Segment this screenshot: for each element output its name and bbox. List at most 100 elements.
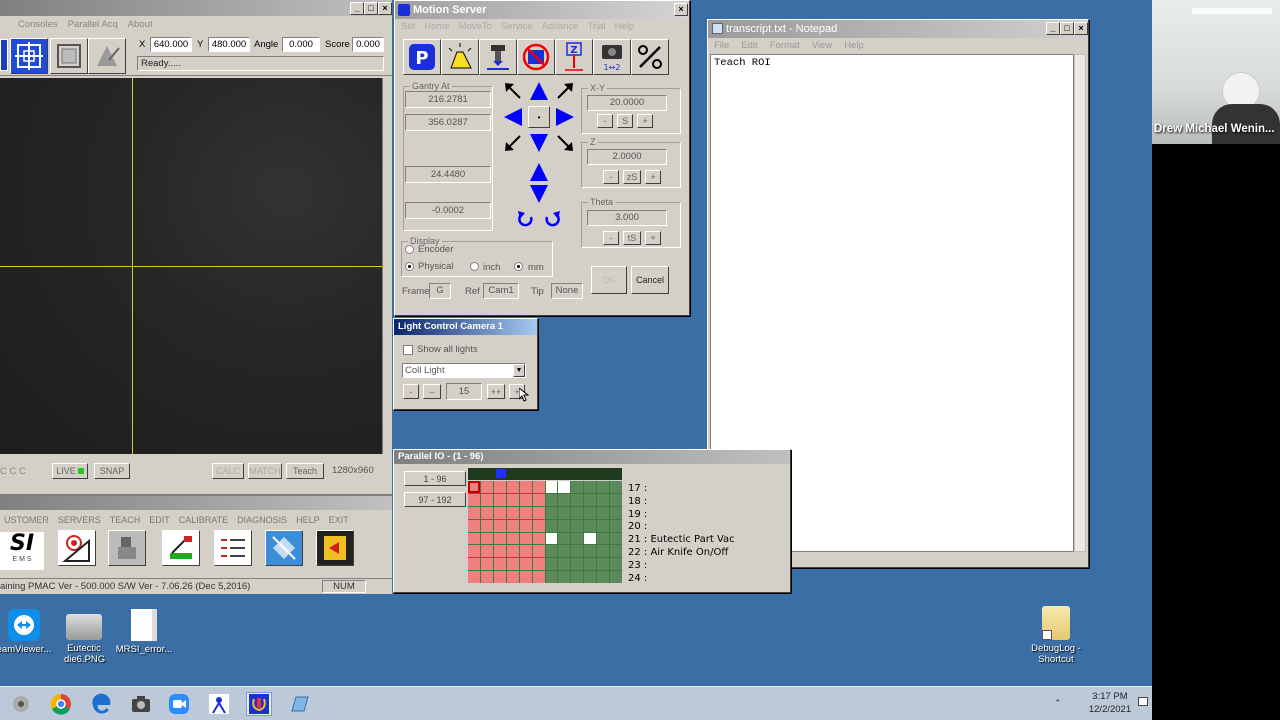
- range-1-96-button[interactable]: 1 - 96: [404, 471, 466, 486]
- io-cell[interactable]: [597, 519, 610, 532]
- arrow-up-icon[interactable]: [528, 80, 550, 102]
- io-cell[interactable]: [558, 532, 571, 545]
- io-cell[interactable]: [610, 506, 622, 519]
- light-select[interactable]: Coll Light: [402, 363, 526, 378]
- snap-button[interactable]: SNAP: [94, 463, 130, 479]
- ok-button[interactable]: OK: [591, 266, 627, 294]
- io-cell[interactable]: [506, 506, 519, 519]
- io-cell[interactable]: [584, 532, 597, 545]
- io-cell[interactable]: [571, 519, 584, 532]
- theta-s-button[interactable]: tS: [623, 231, 641, 245]
- io-cell[interactable]: [519, 532, 532, 545]
- io-cell[interactable]: [545, 519, 558, 532]
- io-cell[interactable]: [493, 506, 506, 519]
- io-cell[interactable]: [493, 481, 506, 493]
- camera-view[interactable]: [0, 78, 382, 454]
- participant-video[interactable]: Drew Michael Wenin...: [1152, 0, 1280, 144]
- io-cell[interactable]: [558, 558, 571, 571]
- io-cell[interactable]: [532, 519, 545, 532]
- io-cell[interactable]: [468, 532, 480, 545]
- target-icon[interactable]: [58, 530, 96, 566]
- notepad-close-button[interactable]: ×: [1074, 22, 1088, 35]
- notepad-menu-view[interactable]: View: [812, 38, 832, 54]
- io-cell[interactable]: [610, 481, 622, 493]
- io-cell[interactable]: [558, 481, 571, 493]
- menu-edit[interactable]: EDIT: [149, 512, 170, 528]
- notepad-taskbar-icon[interactable]: [286, 692, 312, 716]
- io-cell[interactable]: [610, 558, 622, 571]
- io-cell[interactable]: [468, 519, 480, 532]
- io-cell[interactable]: [468, 558, 480, 571]
- light-plus-plus-button[interactable]: ++: [487, 384, 505, 399]
- io-cell[interactable]: [584, 571, 597, 583]
- nozzle-icon[interactable]: [479, 39, 517, 75]
- io-cell[interactable]: [493, 571, 506, 583]
- motion-menu-service[interactable]: Service: [501, 19, 533, 35]
- show-all-checkbox[interactable]: [403, 345, 413, 355]
- io-cell[interactable]: [584, 519, 597, 532]
- notepad-menu-help[interactable]: Help: [844, 38, 864, 54]
- io-cell[interactable]: [519, 519, 532, 532]
- io-cell[interactable]: [480, 506, 493, 519]
- io-cell[interactable]: [610, 493, 622, 506]
- notepad-menu-edit[interactable]: Edit: [741, 38, 757, 54]
- inch-radio[interactable]: [470, 262, 479, 271]
- light-minus-button[interactable]: -: [403, 384, 419, 399]
- io-cell[interactable]: [571, 558, 584, 571]
- z-plus-button[interactable]: +: [645, 170, 661, 184]
- io-cell[interactable]: [468, 506, 480, 519]
- io-cell[interactable]: [468, 481, 480, 493]
- menu-servers[interactable]: SERVERS: [58, 512, 101, 528]
- notepad-menu-file[interactable]: File: [714, 38, 729, 54]
- range-97-192-button[interactable]: 97 - 192: [404, 492, 466, 507]
- menu-diagnosis[interactable]: DIAGNOSIS: [237, 512, 287, 528]
- encoder-radio[interactable]: [405, 245, 414, 254]
- io-cell[interactable]: [597, 481, 610, 493]
- io-cell[interactable]: [610, 519, 622, 532]
- menu-consoles[interactable]: Consoles: [18, 17, 58, 33]
- io-cell[interactable]: [597, 545, 610, 558]
- io-cell[interactable]: [480, 571, 493, 583]
- io-cell[interactable]: [571, 493, 584, 506]
- checklist-icon[interactable]: [214, 530, 252, 566]
- arrow-down-icon[interactable]: [528, 132, 550, 154]
- io-cell[interactable]: [558, 519, 571, 532]
- motion-menu-home[interactable]: Home: [424, 19, 449, 35]
- io-cell[interactable]: [519, 506, 532, 519]
- motion-menu-help[interactable]: Help: [615, 19, 635, 35]
- io-cell[interactable]: [532, 506, 545, 519]
- cancel-button[interactable]: Cancel: [631, 266, 669, 294]
- arrow-down-right-icon[interactable]: [554, 132, 576, 154]
- io-cell[interactable]: [545, 506, 558, 519]
- motion-menu-set[interactable]: Set: [401, 19, 415, 35]
- io-cell[interactable]: [506, 558, 519, 571]
- io-cell[interactable]: [519, 493, 532, 506]
- exit-icon[interactable]: [316, 530, 354, 566]
- io-cell[interactable]: [558, 506, 571, 519]
- notification-icon[interactable]: [1138, 697, 1148, 706]
- io-cell[interactable]: [480, 532, 493, 545]
- io-cell[interactable]: [545, 571, 558, 583]
- measure-tool-icon[interactable]: [88, 38, 126, 74]
- io-cell[interactable]: [545, 545, 558, 558]
- io-cell[interactable]: [571, 545, 584, 558]
- toolbar-left-button[interactable]: [0, 39, 8, 71]
- io-cell[interactable]: [506, 571, 519, 583]
- io-cell[interactable]: [558, 545, 571, 558]
- robot-icon[interactable]: [108, 530, 146, 566]
- menu-teach[interactable]: TEACH: [110, 512, 141, 528]
- rotate-cw-icon[interactable]: [541, 208, 563, 230]
- chrome-taskbar-icon[interactable]: [48, 692, 74, 716]
- camera-scrollbar[interactable]: [382, 78, 392, 454]
- io-cell[interactable]: [584, 558, 597, 571]
- calibration-icon[interactable]: [265, 530, 303, 566]
- io-cell[interactable]: [493, 545, 506, 558]
- io-cell[interactable]: [545, 493, 558, 506]
- io-cell[interactable]: [545, 558, 558, 571]
- io-cell[interactable]: [558, 571, 571, 583]
- chevron-down-icon[interactable]: ▼: [513, 364, 525, 377]
- edge-taskbar-icon[interactable]: [88, 692, 114, 716]
- xy-minus-button[interactable]: -: [597, 114, 613, 128]
- match-button[interactable]: MATCH: [248, 463, 282, 479]
- z-axis-icon[interactable]: Z: [555, 39, 593, 75]
